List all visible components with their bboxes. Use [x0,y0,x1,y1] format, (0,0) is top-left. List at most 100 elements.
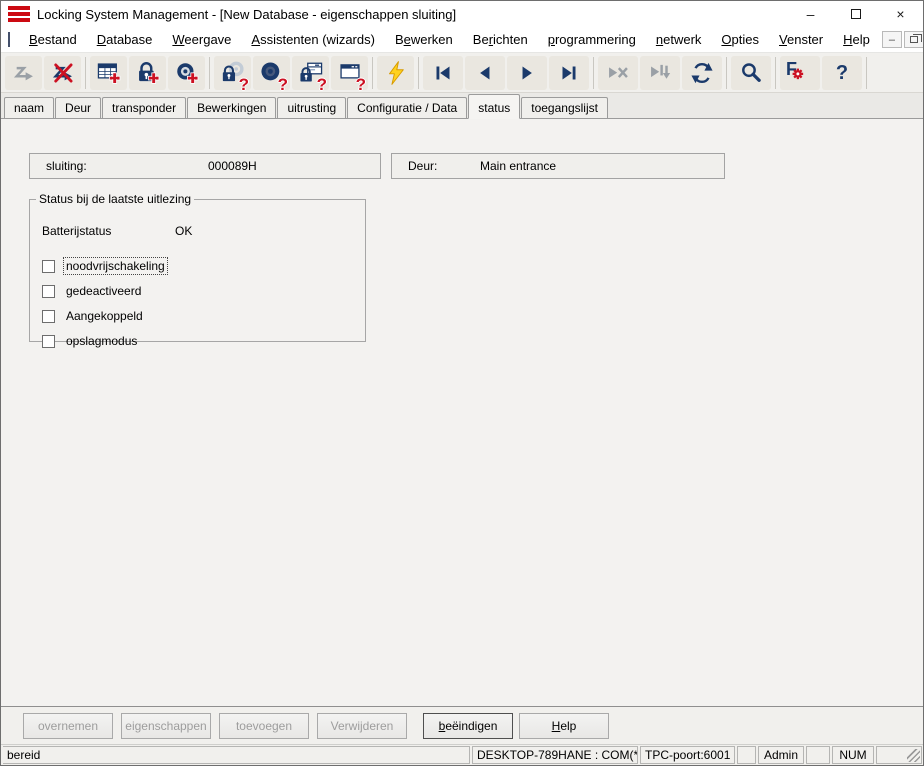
menu-weergave[interactable]: Weergave [162,28,241,51]
step-arrow-icon [11,60,37,86]
toolbar-separator [85,57,86,89]
gear-icon [780,56,806,82]
checkbox-noodvrijschakeling[interactable] [42,260,55,273]
overnemen-button[interactable]: overnemen [23,713,113,739]
close-button[interactable]: × [878,1,923,27]
tab-naam[interactable]: naam [4,97,54,118]
step-cancel-button[interactable] [44,56,81,90]
nav-end-button[interactable] [640,56,680,90]
eigenschappen-button[interactable]: eigenschappen [121,713,211,739]
checkbox-row-gedeactiveerd[interactable]: gedeactiveerd [42,283,143,299]
statusbar-user: Admin [758,746,804,764]
statusbar-spare [737,746,756,764]
tab-bewerkingen[interactable]: Bewerkingen [187,97,276,118]
add-record-button[interactable] [90,56,127,90]
tab-deur[interactable]: Deur [55,97,101,118]
mdi-minimize-button[interactable]: – [882,31,902,48]
checkbox-gedeactiveerd[interactable] [42,285,55,298]
toolbar: ? ? ? ? [1,53,923,93]
mdi-restore-button[interactable] [904,31,924,48]
sluiting-label: sluiting: [46,159,87,173]
menu-berichten[interactable]: Berichten [463,28,538,51]
add-transponder-button[interactable] [168,56,205,90]
checkbox-opslagmodus[interactable] [42,335,55,348]
battery-status-label: Batterijstatus [42,224,111,238]
toolbar-separator [726,57,727,89]
toolbar-separator [209,57,210,89]
nav-first-button[interactable] [423,56,463,90]
help-icon: ? [836,63,848,83]
menu-venster[interactable]: Venster [769,28,833,51]
tab-uitrusting[interactable]: uitrusting [277,97,346,118]
nav-last-icon [556,60,582,86]
checkbox-label: gedeactiveerd [64,283,143,299]
question-icon: ? [239,76,249,93]
refresh-button[interactable] [682,56,722,90]
status-bar: bereid DESKTOP-789HANE : COM(*) TPC-poor… [1,744,923,765]
window-title: Locking System Management - [New Databas… [37,7,788,22]
step-cancel-icon [50,60,76,86]
help-button[interactable]: ? [822,56,862,90]
checkbox-row-opslagmodus[interactable]: opslagmodus [42,333,139,349]
menu-opties[interactable]: Opties [711,28,769,51]
mdi-minimize-icon: – [889,34,895,46]
nav-cancel-button[interactable] [598,56,638,90]
program-button[interactable] [377,56,414,90]
menu-netwerk[interactable]: netwerk [646,28,712,51]
sluiting-field: sluiting: 000089H [29,153,381,179]
menu-help[interactable]: Help [833,28,880,51]
maximize-button[interactable] [833,1,878,27]
sluiting-value: 000089H [208,159,257,173]
statusbar-num-lock: NUM [832,746,874,764]
deur-value: Main entrance [480,159,556,173]
app-window: Locking System Management - [New Databas… [0,0,924,766]
toolbar-separator [775,57,776,89]
menu-assistenten[interactable]: Assistenten (wizards) [241,28,385,51]
search-icon [738,60,764,86]
checkbox-label: Aangekoppeld [64,308,145,324]
tab-transponder[interactable]: transponder [102,97,186,118]
statusbar-port: TPC-poort:6001 [640,746,735,764]
question-icon: ? [317,76,327,93]
add-lock-button[interactable] [129,56,166,90]
read-network-button[interactable]: ? [331,56,368,90]
nav-first-icon [430,60,456,86]
nav-prev-button[interactable] [465,56,505,90]
deur-label: Deur: [408,159,437,173]
menu-bewerken[interactable]: Bewerken [385,28,463,51]
nav-last-button[interactable] [549,56,589,90]
statusbar-ready: bereid [3,746,470,764]
refresh-icon [689,60,715,86]
beeindigen-button[interactable]: beëindigen [423,713,513,739]
read-transponder-button[interactable]: ? [253,56,290,90]
menu-database[interactable]: Database [87,28,163,51]
help-footer-button[interactable]: Help [519,713,609,739]
tab-status[interactable]: status [468,94,520,119]
tab-toegangslijst[interactable]: toegangslijst [521,97,608,118]
toolbar-separator [418,57,419,89]
search-button[interactable] [731,56,771,90]
minimize-icon: – [807,6,815,22]
read-lock-card-button[interactable]: ? [292,56,329,90]
checkbox-row-aangekoppeld[interactable]: Aangekoppeld [42,308,145,324]
nav-next-button[interactable] [507,56,547,90]
read-lock-button[interactable]: ? [214,56,251,90]
checkbox-row-noodvrijschakeling[interactable]: noodvrijschakeling [42,258,167,274]
document-icon[interactable] [8,32,10,47]
properties-tabcontrol: naam Deur transponder Bewerkingen uitrus… [1,93,923,744]
checkbox-aangekoppeld[interactable] [42,310,55,323]
groupbox-title: Status bij de laatste uitlezing [36,192,194,206]
minimize-button[interactable]: – [788,1,833,27]
checkbox-label: noodvrijschakeling [64,258,167,274]
menu-bestand[interactable]: Bestand [19,28,87,51]
filter-settings-button[interactable]: F [780,56,820,90]
resize-grip[interactable] [876,746,922,764]
menu-programmering[interactable]: programmering [538,28,646,51]
status-tab-page: sluiting: 000089H Deur: Main entrance St… [1,119,923,744]
verwijderen-button[interactable]: Verwijderen [317,713,407,739]
toevoegen-button[interactable]: toevoegen [219,713,309,739]
checkbox-label: opslagmodus [64,333,139,349]
tab-configuratie-data[interactable]: Configuratie / Data [347,97,467,118]
step-button[interactable] [5,56,42,90]
title-bar: Locking System Management - [New Databas… [1,1,923,27]
